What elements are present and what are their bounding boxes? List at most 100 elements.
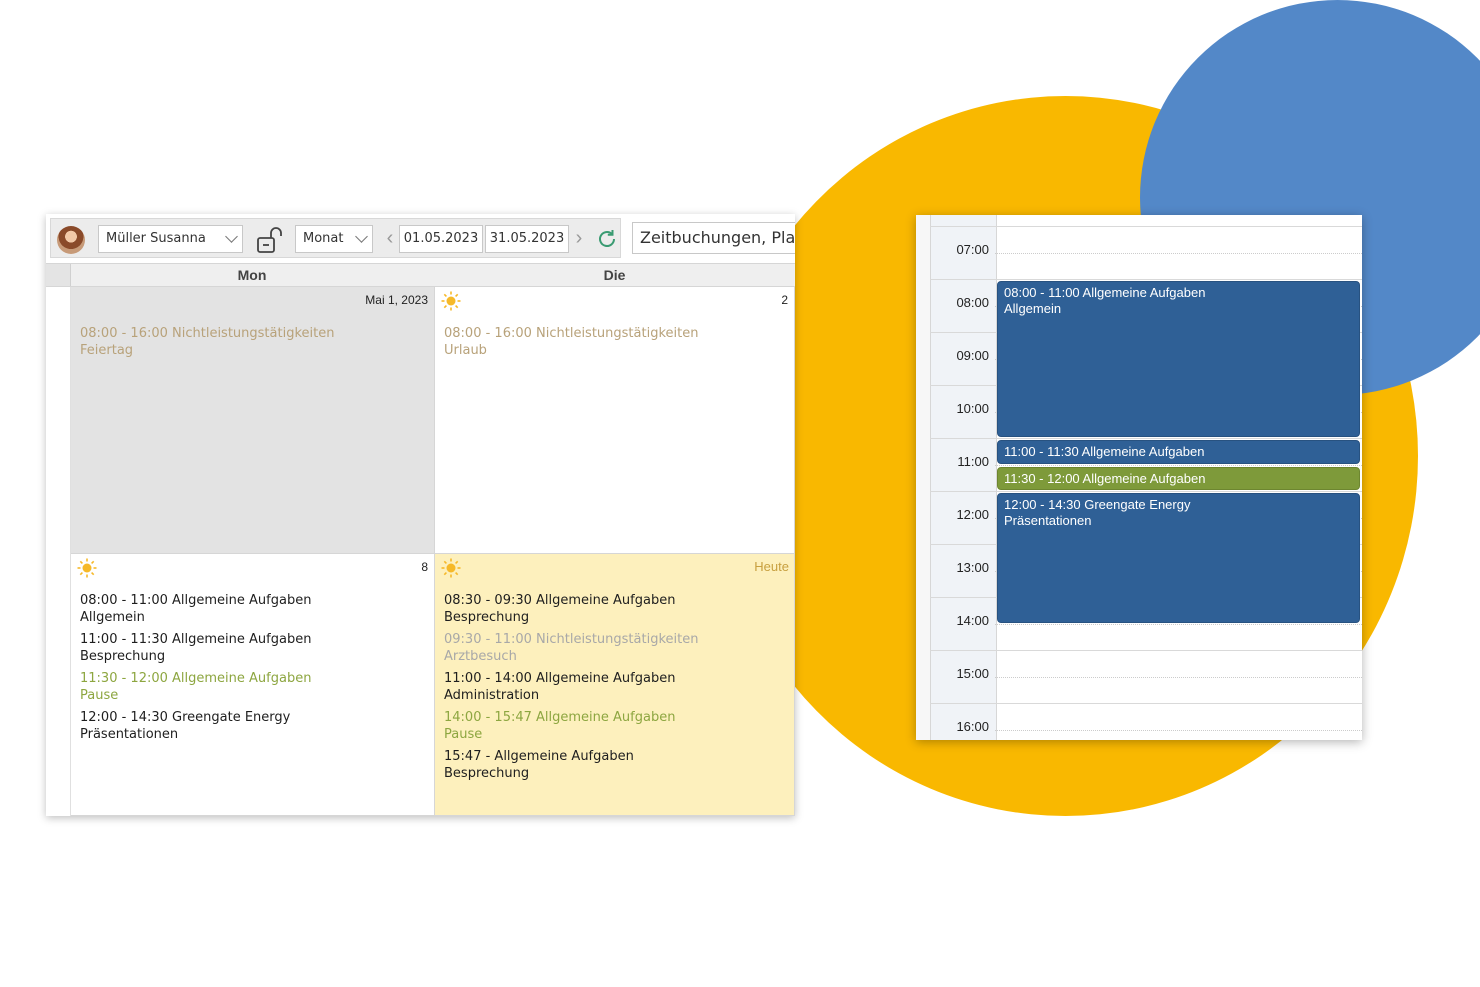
date-from-value: 01.05.2023 [403,231,479,246]
hour-row[interactable]: 07:00 [930,226,1362,279]
day-date-label: 2 [781,293,788,307]
user-select-value: Müller Susanna [106,231,206,246]
week-gutter [46,287,71,816]
calendar-entry[interactable]: 11:30 - 12:00 Allgemeine Aufgaben Pause [80,670,428,704]
hour-label: 16:00 [956,719,989,734]
entry-list: 08:00 - 11:00 Allgemeine Aufgaben Allgem… [80,592,428,748]
week-number-header [46,264,71,286]
entry-time-title: 11:30 - 12:00 Allgemeine Aufgaben [80,671,312,686]
view-mode-value: Monat [303,231,344,246]
entry-category: Feiertag [80,343,134,358]
hour-label: 08:00 [956,295,989,310]
chevron-down-icon [355,230,368,243]
date-to-field[interactable]: 31.05.2023 [485,225,569,253]
hour-label: 14:00 [956,613,989,628]
calendar-entry[interactable]: 11:00 - 14:00 Allgemeine Aufgaben Admini… [444,670,788,704]
hour-label: 07:00 [956,242,989,257]
timeline-event[interactable]: 08:00 - 11:00 Allgemeine Aufgaben Allgeme… [997,281,1360,437]
calendar-entry[interactable]: 15:47 - Allgemeine Aufgaben Besprechung [444,748,788,782]
entry-time-title: 08:00 - 11:00 Allgemeine Aufgaben [80,593,312,608]
day-timeline-window: 07:00 08:00 09:00 10:00 11:00 12:00 13:00 14:00… [916,215,1362,740]
calendar-entry[interactable]: 14:00 - 15:47 Allgemeine Aufgaben Pause [444,709,788,743]
entry-time-title: 08:00 - 16:00 Nichtleistungstätigkeiten [444,326,699,341]
entry-time-title: 12:00 - 14:30 Greengate Energy [80,710,291,725]
day-date-label: Mai 1, 2023 [365,293,428,307]
day-cell-may-1[interactable]: Mai 1, 2023 08:00 - 16:00 Nichtleistungs… [71,287,435,554]
previous-period-button[interactable]: ‹ [381,225,399,253]
half-hour-line [995,253,1362,254]
date-to-value: 31.05.2023 [489,231,565,246]
entry-time-title: 14:00 - 15:47 Allgemeine Aufgaben [444,710,676,725]
calendar-entry[interactable]: 12:00 - 14:30 Greengate Energy Präsentat… [80,709,428,743]
hour-label: 12:00 [956,507,989,522]
calendar-entry[interactable]: 09:30 - 11:00 Nichtleistungstätigkeiten … [444,631,788,665]
hour-label: 09:00 [956,348,989,363]
unlock-icon[interactable] [255,225,283,255]
event-title: 08:00 - 11:00 Allgemeine Aufgaben [1004,285,1206,300]
booking-view-value: Zeitbuchungen, Pla [640,228,795,247]
collapse-strip[interactable] [916,215,930,740]
entry-category: Präsentationen [80,727,179,742]
hour-label: 13:00 [956,560,989,575]
hour-row[interactable]: 15:00 [930,650,1362,703]
next-period-button[interactable]: › [570,225,588,253]
refresh-icon[interactable] [596,228,618,250]
day-cell-may-8[interactable]: 8 08:00 - 11:00 Allgemeine Aufgaben Allg… [71,554,435,816]
entry-list: 08:00 - 16:00 Nichtleistungstätigkeiten … [80,325,428,364]
hour-label: 15:00 [956,666,989,681]
today-label: Heute [754,559,789,574]
hour-row[interactable]: 16:00 [930,703,1362,740]
half-hour-line [995,624,1362,625]
entry-time-title: 11:00 - 14:00 Allgemeine Aufgaben [444,671,676,686]
weekday-header: Mon Die [46,263,795,287]
event-title: 12:00 - 14:30 Greengate Energy [1004,497,1191,512]
calendar-entry[interactable]: 08:00 - 11:00 Allgemeine Aufgaben Allgem… [80,592,428,626]
user-select[interactable]: Müller Susanna [98,225,243,253]
day-cell-may-2[interactable]: 2 08:00 - 16:00 Nichtleistungstätigkeite… [435,287,795,554]
calendar-entry[interactable]: 11:00 - 11:30 Allgemeine Aufgaben Bespre… [80,631,428,665]
hour-label: 11:00 [957,454,989,469]
view-mode-select[interactable]: Monat [295,225,373,253]
entry-category: Arztbesuch [444,649,517,664]
entry-category: Allgemein [80,610,145,625]
day-cell-today[interactable]: Heute 08:30 - 09:30 Allgemeine Aufgaben … [435,554,795,816]
half-hour-line [995,465,1362,466]
entry-category: Urlaub [444,343,487,358]
entry-category: Besprechung [444,766,530,781]
timeline-event[interactable]: 12:00 - 14:30 Greengate Energy Präsentati… [997,493,1360,623]
date-from-field[interactable]: 01.05.2023 [399,225,483,253]
user-avatar[interactable] [57,226,85,254]
entry-time-title: 15:47 - Allgemeine Aufgaben [444,749,634,764]
event-title: 11:00 - 11:30 Allgemeine Aufgaben [1004,444,1205,459]
entry-category: Pause [80,688,119,703]
sun-icon [77,558,97,578]
hour-label: 10:00 [956,401,989,416]
calendar-entry[interactable]: 08:00 - 16:00 Nichtleistungstätigkeiten … [444,325,788,359]
entry-time-title: 11:00 - 11:30 Allgemeine Aufgaben [80,632,312,647]
calendar-entry[interactable]: 08:30 - 09:30 Allgemeine Aufgaben Bespre… [444,592,788,626]
entry-list: 08:30 - 09:30 Allgemeine Aufgaben Bespre… [444,592,788,787]
entry-list: 08:00 - 16:00 Nichtleistungstätigkeiten … [444,325,788,364]
event-subtitle: Allgemein [1004,301,1062,316]
sun-icon [441,558,461,578]
half-hour-line [995,730,1362,731]
chevron-down-icon [225,230,238,243]
sun-icon [441,291,461,311]
weekday-header-tuesday: Die [603,267,626,283]
entry-category: Besprechung [444,610,530,625]
entry-category: Besprechung [80,649,166,664]
month-calendar-window: Müller Susanna Monat ‹ 01.05.2023 31.05.… [46,214,795,816]
timeline-event[interactable]: 11:00 - 11:30 Allgemeine Aufgaben [997,440,1360,464]
entry-category: Pause [444,727,483,742]
event-title: 11:30 - 12:00 Allgemeine Aufgaben [1004,470,1206,486]
calendar-entry[interactable]: 08:00 - 16:00 Nichtleistungstätigkeiten … [80,325,428,359]
entry-time-title: 08:30 - 09:30 Allgemeine Aufgaben [444,593,676,608]
timeline-event[interactable]: 11:30 - 12:00 Allgemeine Aufgaben [997,466,1360,490]
entry-category: Administration [444,688,540,703]
entry-time-title: 08:00 - 16:00 Nichtleistungstätigkeiten [80,326,335,341]
weekday-header-monday: Mon [237,267,267,283]
entry-time-title: 09:30 - 11:00 Nichtleistungstätigkeiten [444,632,699,647]
booking-view-select[interactable]: Zeitbuchungen, Pla [632,222,795,254]
day-date-label: 8 [421,560,428,574]
calendar-toolbar: Müller Susanna Monat ‹ 01.05.2023 31.05.… [50,218,621,258]
